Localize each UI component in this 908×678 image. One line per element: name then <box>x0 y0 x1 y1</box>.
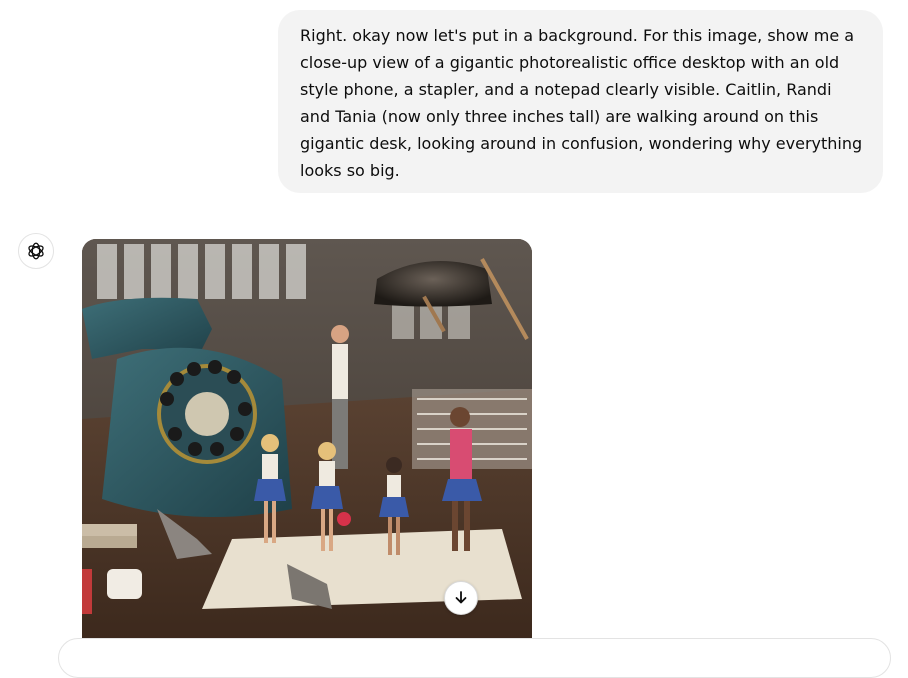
openai-logo-icon <box>28 242 44 260</box>
download-button[interactable] <box>444 581 478 615</box>
assistant-avatar <box>18 233 54 269</box>
user-message-text: Right. okay now let's put in a backgroun… <box>300 26 863 180</box>
download-icon <box>455 591 467 604</box>
message-composer[interactable] <box>58 638 891 678</box>
user-message-bubble: Right. okay now let's put in a backgroun… <box>278 10 883 193</box>
